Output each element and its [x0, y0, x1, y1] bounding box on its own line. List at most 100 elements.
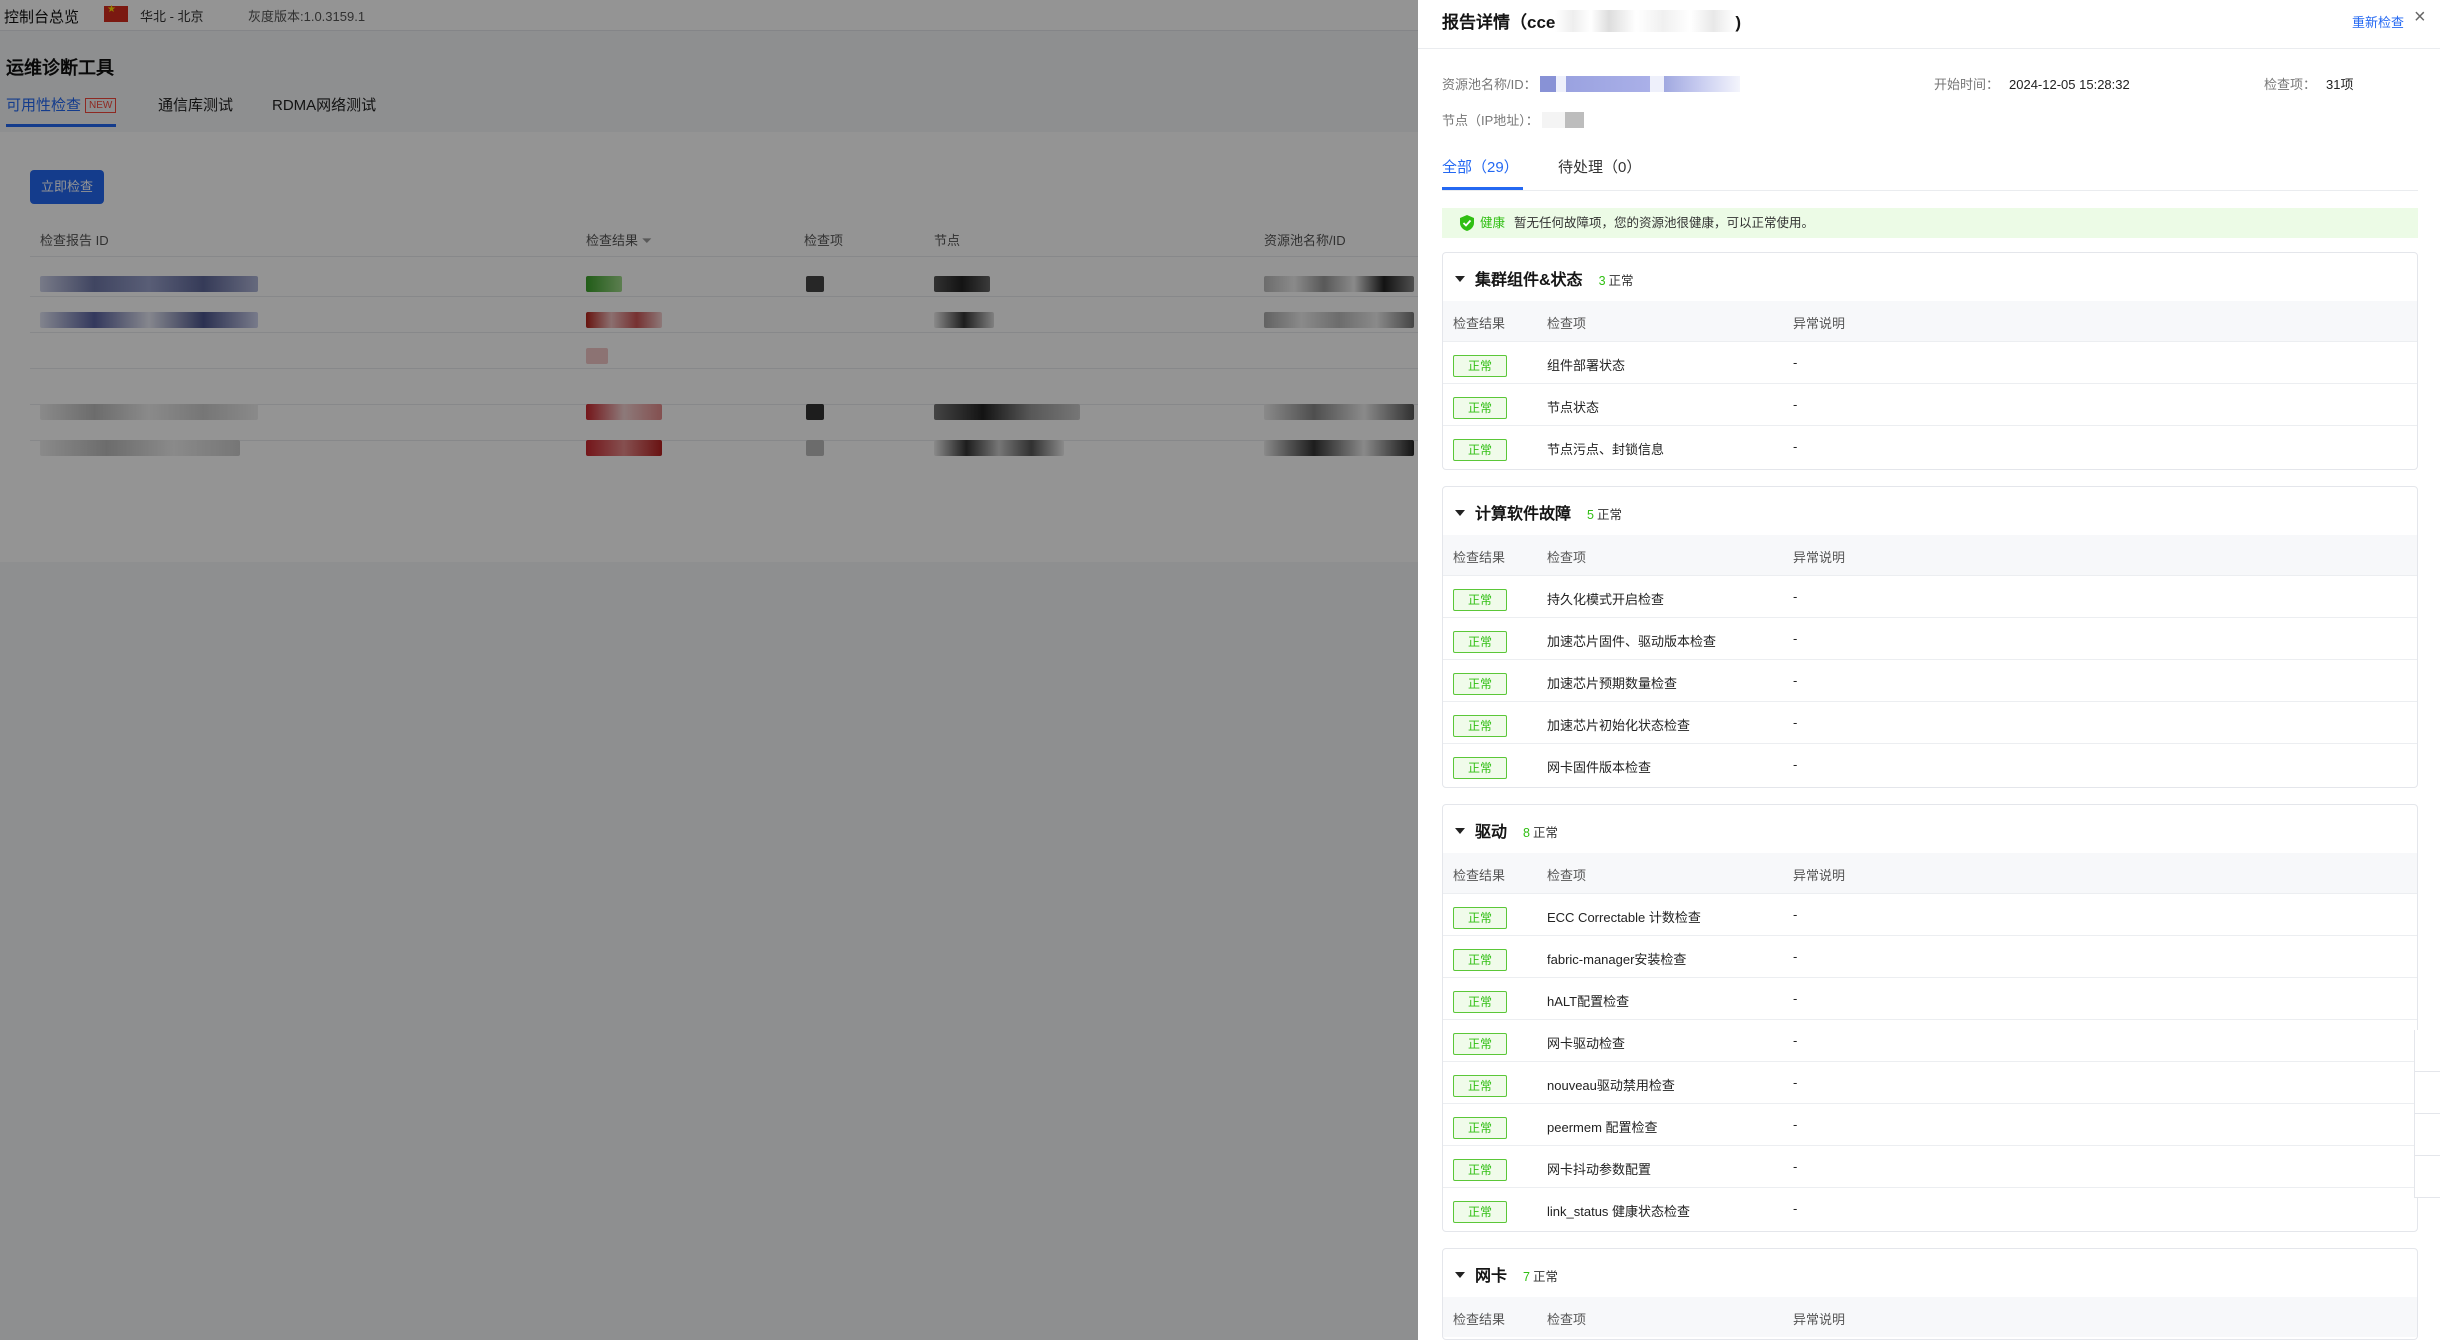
- column-header-result: 检查结果: [1453, 868, 1506, 883]
- table-row: 正常 网卡固件版本检查 -: [1443, 743, 2417, 786]
- check-item-name: ECC Correctable 计数检查: [1547, 910, 1701, 925]
- table-row: 正常 nouveau驱动禁用检查 -: [1443, 1061, 2417, 1104]
- meta-items-value: 31项: [2326, 77, 2354, 92]
- table-row: 正常 网卡抖动参数配置 -: [1443, 1145, 2417, 1188]
- status-badge: 正常: [1453, 439, 1507, 461]
- check-item-name: peermem 配置检查: [1547, 1120, 1658, 1135]
- tab-all[interactable]: 全部（29）: [1442, 156, 1523, 190]
- drawer-title: 报告详情（cce): [1442, 8, 1741, 33]
- check-item-name: 加速芯片初始化状态检查: [1547, 718, 1691, 733]
- section-count: 5 正常: [1587, 508, 1622, 522]
- meta-node-label: 节点（IP地址）：: [1442, 113, 1539, 128]
- exception-note: -: [1793, 991, 1798, 1006]
- exception-note: -: [1793, 715, 1798, 730]
- meta-start-value: 2024-12-05 15:28:32: [2009, 77, 2130, 92]
- column-header-note: 异常说明: [1793, 868, 1846, 883]
- table-row: 正常 节点状态 -: [1443, 383, 2417, 426]
- side-tool-button[interactable]: [2415, 1072, 2440, 1114]
- check-item-name: 网卡固件版本检查: [1547, 760, 1652, 775]
- section-count-number: 7: [1523, 1270, 1530, 1284]
- check-item-name: nouveau驱动禁用检查: [1547, 1078, 1675, 1093]
- meta-start-time: 开始时间： 2024-12-05 15:28:32: [1934, 74, 2130, 93]
- exception-note: -: [1793, 1075, 1798, 1090]
- health-notice: 健康 暂无任何故障项，您的资源池很健康，可以正常使用。: [1442, 208, 2418, 238]
- close-icon[interactable]: ×: [2414, 6, 2426, 29]
- section-count-label: 正常: [1532, 1270, 1558, 1284]
- section-count-label: 正常: [1596, 508, 1622, 522]
- table-row: 正常 加速芯片预期数量检查 -: [1443, 659, 2417, 702]
- side-tool-button[interactable]: [2415, 1156, 2440, 1198]
- side-tool-button[interactable]: [2415, 1114, 2440, 1156]
- exception-note: -: [1793, 1033, 1798, 1048]
- modal-overlay[interactable]: [0, 0, 1418, 1340]
- side-tool-button[interactable]: [2415, 1030, 2440, 1072]
- section-count: 8 正常: [1523, 826, 1558, 840]
- check-section: 网卡 7 正常 检查结果 检查项 异常说明: [1442, 1248, 2418, 1340]
- section-title: 网卡: [1475, 1268, 1508, 1285]
- check-item-name: fabric-manager安装检查: [1547, 952, 1687, 967]
- status-badge: 正常: [1453, 1117, 1507, 1139]
- meta-start-label: 开始时间：: [1934, 77, 2000, 92]
- section-count-label: 正常: [1532, 826, 1558, 840]
- exception-note: -: [1793, 397, 1798, 412]
- section-header[interactable]: 驱动 8 正常: [1455, 818, 1558, 841]
- collapse-caret-icon[interactable]: [1455, 510, 1465, 516]
- section-header[interactable]: 集群组件&状态 3 正常: [1455, 266, 1634, 289]
- status-badge: 正常: [1453, 907, 1507, 929]
- exception-note: -: [1793, 1159, 1798, 1174]
- section-count-label: 正常: [1608, 274, 1634, 288]
- check-section: 驱动 8 正常 检查结果 检查项 异常说明 正常 ECC Correctable 计数检查 - 正…: [1442, 804, 2418, 1232]
- status-badge: 正常: [1453, 949, 1507, 971]
- recheck-button[interactable]: 重新检查: [2352, 12, 2404, 31]
- table-row: 正常 加速芯片固件、驱动版本检查 -: [1443, 617, 2417, 660]
- exception-note: -: [1793, 631, 1798, 646]
- check-item-name: link_status 健康状态检查: [1547, 1204, 1691, 1219]
- health-status-label: 健康: [1480, 216, 1506, 230]
- section-count-number: 8: [1523, 826, 1530, 840]
- column-header-item: 检查项: [1547, 868, 1587, 883]
- status-badge: 正常: [1453, 1159, 1507, 1181]
- meta-node: 节点（IP地址）：: [1442, 110, 1585, 129]
- redacted-node-ip: [1542, 112, 1585, 128]
- collapse-caret-icon[interactable]: [1455, 276, 1465, 282]
- table-row: 正常 网卡驱动检查 -: [1443, 1019, 2417, 1062]
- drawer-tabs: 全部（29） 待处理（0）: [1442, 156, 2418, 191]
- table-row: 正常 link_status 健康状态检查 -: [1443, 1187, 2417, 1230]
- meta-check-items: 检查项： 31项: [2264, 74, 2353, 93]
- exception-note: -: [1793, 1117, 1798, 1132]
- column-header-item: 检查项: [1547, 1312, 1587, 1327]
- section-header[interactable]: 计算软件故障 5 正常: [1455, 500, 1622, 523]
- column-header-result: 检查结果: [1453, 1312, 1506, 1327]
- section-table-header: 检查结果 检查项 异常说明: [1443, 1297, 2417, 1337]
- column-header-result: 检查结果: [1453, 316, 1506, 331]
- exception-note: -: [1793, 439, 1798, 454]
- check-item-name: 节点污点、封锁信息: [1547, 442, 1665, 457]
- redacted-pool-id: [1540, 76, 1741, 92]
- tab-pending[interactable]: 待处理（0）: [1558, 156, 1641, 177]
- exception-note: -: [1793, 1201, 1798, 1216]
- status-badge: 正常: [1453, 715, 1507, 737]
- floating-side-toolbar[interactable]: [2414, 1030, 2440, 1198]
- check-item-name: 组件部署状态: [1547, 358, 1626, 373]
- status-badge: 正常: [1453, 1201, 1507, 1223]
- column-header-item: 检查项: [1547, 316, 1587, 331]
- section-title: 计算软件故障: [1475, 506, 1572, 523]
- status-badge: 正常: [1453, 991, 1507, 1013]
- exception-note: -: [1793, 673, 1798, 688]
- section-header[interactable]: 网卡 7 正常: [1455, 1262, 1558, 1285]
- report-detail-drawer: 报告详情（cce) 重新检查 × 资源池名称/ID： 开始时间： 2024-12-…: [1418, 0, 2440, 1340]
- collapse-caret-icon[interactable]: [1455, 1272, 1465, 1278]
- check-item-name: 网卡抖动参数配置: [1547, 1162, 1652, 1177]
- table-row: 正常 组件部署状态 -: [1443, 341, 2417, 384]
- status-badge: 正常: [1453, 397, 1507, 419]
- exception-note: -: [1793, 757, 1798, 772]
- drawer-title-suffix: ): [1735, 13, 1742, 32]
- status-badge: 正常: [1453, 1033, 1507, 1055]
- check-item-name: 持久化模式开启检查: [1547, 592, 1665, 607]
- drawer-title-prefix: 报告详情（cce: [1442, 13, 1556, 32]
- section-count-number: 3: [1598, 274, 1606, 288]
- check-item-name: hALT配置检查: [1547, 994, 1630, 1009]
- exception-note: -: [1793, 907, 1798, 922]
- collapse-caret-icon[interactable]: [1455, 828, 1465, 834]
- table-row: 正常 peermem 配置检查 -: [1443, 1103, 2417, 1146]
